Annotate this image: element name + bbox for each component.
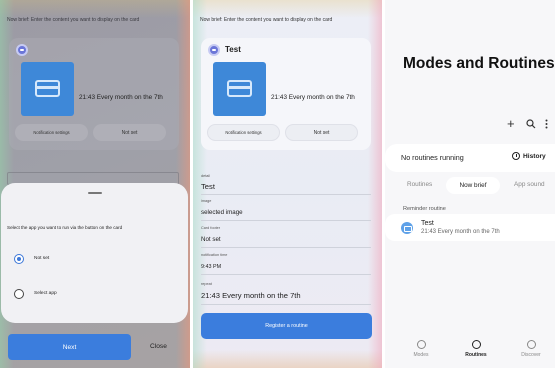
radio-select-app-icon[interactable] <box>14 289 24 299</box>
repeat-field[interactable]: 21:43 Every month on the 7th <box>201 291 301 300</box>
radio-not-set-icon[interactable] <box>14 254 24 264</box>
option-label: Select app <box>34 291 57 296</box>
preview-card: 21:43 Every month on the 7th Notificatio… <box>9 38 179 150</box>
card-app-icon <box>16 44 28 56</box>
card-image-icon <box>213 62 266 116</box>
nav-discover[interactable]: Discover <box>511 340 551 358</box>
nav-label: Routines <box>465 352 487 358</box>
card-app-icon <box>208 44 220 56</box>
now-brief-hint: Now brief: Enter the content you want to… <box>7 17 140 23</box>
more-vertical-icon[interactable] <box>545 119 548 132</box>
option-not-set[interactable]: Not set <box>9 253 179 269</box>
routine-subtitle: 21:43 Every month on the 7th <box>421 229 500 235</box>
option-select-app[interactable]: Select app <box>9 288 179 304</box>
reminder-routine-label: Reminder routine <box>403 206 446 212</box>
routine-title: Test <box>421 220 434 227</box>
detail-label: detail <box>201 174 211 178</box>
routine-card[interactable]: Test 21:43 Every month on the 7th <box>385 214 555 241</box>
nav-routines[interactable]: Routines <box>456 340 496 358</box>
nav-label: Discover <box>521 352 541 358</box>
now-brief-hint: Now brief: Enter the content you want to… <box>200 17 333 23</box>
tab-routines[interactable]: Routines <box>407 181 432 188</box>
plus-icon[interactable]: + <box>507 116 515 131</box>
card-footer-label: Card footer <box>201 226 220 230</box>
history-button[interactable]: History <box>512 152 546 160</box>
card-title: Test <box>225 45 241 54</box>
clock-icon <box>512 152 520 160</box>
card-time: 21:43 Every month on the 7th <box>79 94 163 101</box>
next-button[interactable]: Next <box>8 334 131 360</box>
history-label: History <box>523 152 546 160</box>
tab-now-brief[interactable]: Now brief <box>446 177 500 194</box>
sheet-question: Select the app you want to run via the b… <box>7 225 123 230</box>
close-button[interactable]: Close <box>150 343 167 350</box>
image-label: image <box>201 199 212 203</box>
nav-label: Modes <box>413 352 429 358</box>
card-notification-button[interactable]: Notification settings <box>15 124 88 141</box>
discover-icon <box>526 340 536 349</box>
notification-time-label: notification time <box>201 253 228 257</box>
routines-icon <box>471 340 481 349</box>
preview-card: Test 21:43 Every month on the 7th Notifi… <box>201 38 371 150</box>
page-title: Modes and Routines <box>403 55 555 72</box>
image-field[interactable]: selected image <box>201 209 243 216</box>
card-notification-button[interactable]: Notification settings <box>207 124 280 141</box>
card-footer-field[interactable]: Not set <box>201 236 221 243</box>
tab-app-sound[interactable]: App sound <box>514 181 545 188</box>
detail-field[interactable]: Test <box>201 182 215 191</box>
status-card: No routines running History <box>385 144 555 172</box>
register-routine-button[interactable]: Register a routine <box>201 313 372 339</box>
sheet-handle[interactable] <box>88 192 102 194</box>
notification-time-field[interactable]: 9:43 PM <box>201 264 221 270</box>
card-image-icon <box>21 62 74 116</box>
app-select-screen: Now brief: Enter the content you want to… <box>0 0 190 368</box>
repeat-label: repeat <box>201 282 212 286</box>
nav-modes[interactable]: Modes <box>401 340 441 358</box>
search-icon[interactable] <box>526 119 536 132</box>
card-not-set-button[interactable]: Not set <box>93 124 166 141</box>
modes-routines-screen: Modes and Routines + No routines running… <box>385 0 555 368</box>
modes-icon <box>416 340 426 349</box>
routine-form-screen: Now brief: Enter the content you want to… <box>193 0 382 368</box>
option-label: Not set <box>34 256 50 261</box>
card-not-set-button[interactable]: Not set <box>285 124 358 141</box>
bottom-sheet: Select the app you want to run via the b… <box>1 183 188 323</box>
routine-card-icon <box>401 222 413 234</box>
status-text: No routines running <box>401 153 464 162</box>
card-time: 21:43 Every month on the 7th <box>271 94 355 101</box>
